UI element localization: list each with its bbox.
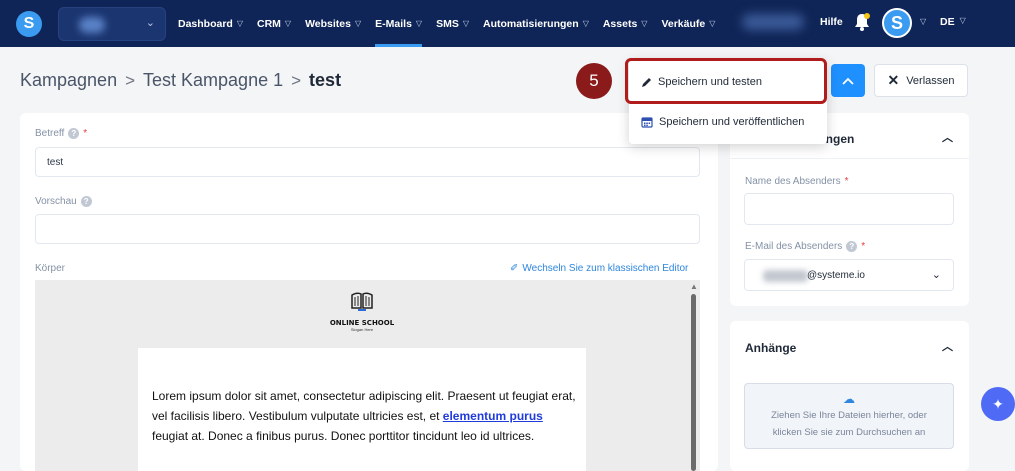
subject-label: Betreff? * [35,128,88,139]
school-title: ONLINE SCHOOL [329,319,395,327]
attachments-title: Anhänge [745,341,797,355]
nav-item-emails[interactable]: E-Mails ▽ [375,0,422,47]
chevron-down-icon: ▽ [355,19,362,28]
attachments-card: Anhänge ︿ ☁ Ziehen Sie Ihre Dateien hier… [730,321,969,471]
chevron-down-icon[interactable]: ▽ [920,17,926,26]
nav-item-sales[interactable]: Verkäufe ▽ [661,0,715,47]
file-dropzone[interactable]: ☁ Ziehen Sie Ihre Dateien hierher, oder … [744,383,954,449]
dropzone-line-1: Ziehen Sie Ihre Dateien hierher, oder [771,410,927,421]
nav-item-sms[interactable]: SMS ▽ [436,0,469,47]
scroll-up-arrow-icon[interactable]: ▲ [690,282,698,291]
body-label: Körper [35,263,66,274]
step-badge: 5 [576,63,612,99]
switch-to-classic-editor-link[interactable]: ✐ Wechseln Sie zum klassischen Editor [510,263,688,274]
email-paragraph[interactable]: Lorem ipsum dolor sit amet, consectetur … [152,386,582,446]
email-editor-card: Betreff? * test Vorschau? Körper ✐ Wechse… [20,113,718,471]
save-and-publish-menu-item[interactable]: Speichern und veröffentlichen [629,105,827,139]
chevron-down-icon: ▽ [462,19,469,28]
sender-name-field[interactable] [744,193,954,225]
info-icon: ? [846,241,858,252]
preview-label: Vorschau? [35,196,92,207]
sender-email-label: E-Mail des Absenders? * [745,241,866,252]
subject-input[interactable]: test [35,147,700,177]
calendar-icon [641,117,653,128]
info-icon: ? [80,196,92,207]
chevron-down-icon: ▽ [709,19,716,28]
top-navigation: S ⌄ Dashboard ▽ CRM ▽ Websites ▽ E-Mails ▽ S… [0,0,1015,47]
chevron-down-icon: ▽ [415,19,423,28]
dropzone-line-2: klicken Sie sie zum Durchsuchen an [772,427,926,438]
user-avatar[interactable]: S [882,8,912,38]
main-menu: Dashboard ▽ CRM ▽ Websites ▽ E-Mails ▽ SMS ▽ … [178,0,715,47]
blurred-account-name [742,14,804,30]
bell-icon[interactable] [853,12,871,32]
breadcrumb: Kampagnen > Test Kampagne 1 > test [20,70,341,91]
info-icon: ? [68,128,80,139]
ai-assistant-button[interactable]: ✦ [981,387,1015,421]
scrollbar-thumb[interactable] [691,294,696,471]
close-icon: ✕ [887,72,900,88]
book-icon [351,292,373,311]
email-body-editor[interactable]: ONLINE SCHOOL Slogan Here Lorem ipsum do… [35,280,700,471]
breadcrumb-campaigns[interactable]: Kampagnen [20,70,117,91]
school-logo[interactable]: ONLINE SCHOOL Slogan Here [327,290,397,332]
nav-item-assets[interactable]: Assets ▽ [603,0,648,47]
workspace-avatar [79,17,105,33]
nav-item-dashboard[interactable]: Dashboard ▽ [178,0,243,47]
highlight-frame [625,58,827,104]
blurred-email-local-part [763,270,808,282]
help-link[interactable]: Hilfe [820,16,843,28]
systeme-logo[interactable]: S [16,11,42,37]
breadcrumb-separator: > [291,70,302,90]
language-selector[interactable]: DE ▽ [940,16,966,28]
leave-button[interactable]: ✕ Verlassen [874,64,968,97]
workspace-selector[interactable]: ⌄ [58,7,166,41]
nav-item-websites[interactable]: Websites ▽ [305,0,361,47]
chevron-down-icon: ⌄ [931,269,941,281]
sender-name-label: Name des Absenders * [745,176,849,187]
editor-scrollbar[interactable]: ▲ [690,282,698,471]
chevron-down-icon: ▽ [582,19,589,28]
school-slogan: Slogan Here [350,327,374,332]
nav-item-crm[interactable]: CRM ▽ [257,0,291,47]
chevron-down-icon: ▽ [641,19,648,28]
sparkle-icon: ✦ [992,395,1004,412]
magic-wand-icon: ✐ [510,263,519,274]
breadcrumb-separator: > [125,70,136,90]
chevron-down-icon: ▽ [236,19,243,28]
chevron-down-icon: ⌄ [145,17,155,29]
chevron-up-icon [842,77,854,85]
cloud-upload-icon: ☁ [843,392,855,406]
breadcrumb-current: test [309,70,342,90]
nav-item-automations[interactable]: Automatisierungen ▽ [483,0,589,47]
sender-email-domain: @systeme.io [807,270,865,281]
chevron-down-icon: ▽ [284,19,292,28]
breadcrumb-campaign[interactable]: Test Kampagne 1 [143,70,283,91]
chevron-down-icon: ▽ [959,16,966,25]
sender-email-select[interactable]: @systeme.io ⌄ [744,259,954,291]
email-body-block[interactable]: Lorem ipsum dolor sit amet, consectetur … [138,348,586,471]
chevron-up-icon[interactable]: ︿ [942,338,953,354]
save-options-toggle-button[interactable] [831,64,865,97]
chevron-up-icon[interactable]: ︿ [942,129,953,145]
email-link[interactable]: elementum purus [443,409,543,423]
preview-input[interactable] [35,214,700,244]
